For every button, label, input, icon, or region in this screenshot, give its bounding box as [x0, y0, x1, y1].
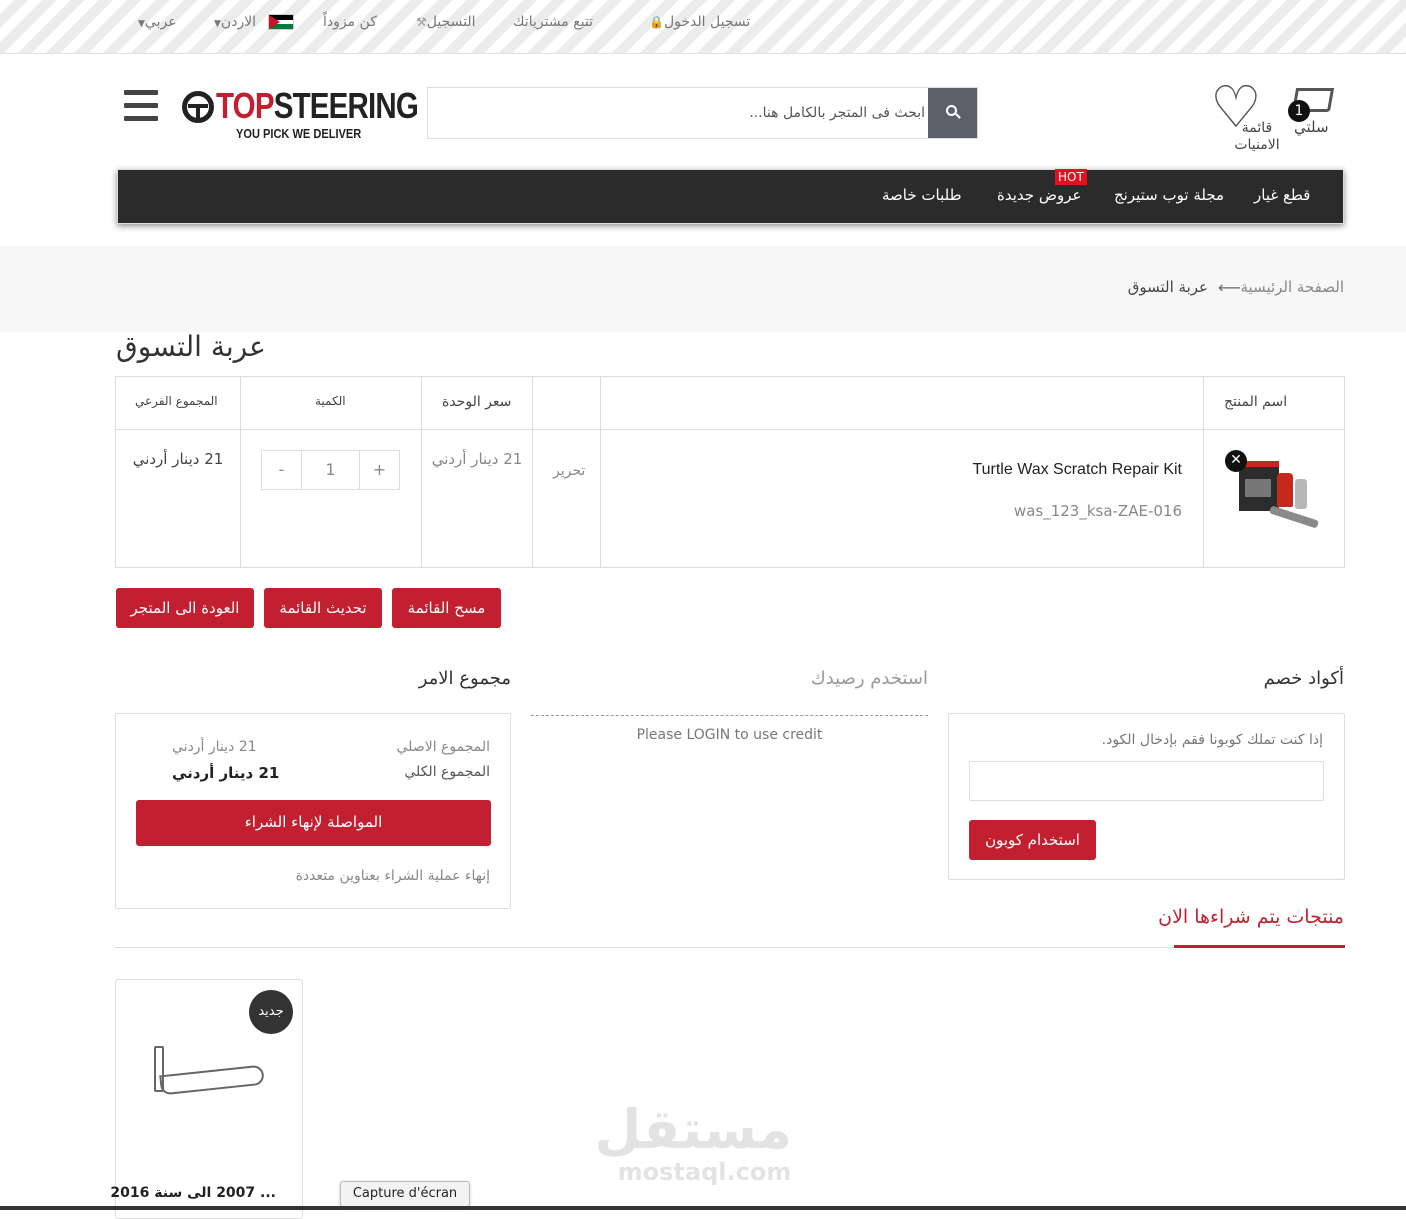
cart-label: سلتي — [1294, 118, 1329, 136]
header-subtotal: المجموع الفرعي — [135, 394, 218, 408]
coupon-panel: إذا كنت تملك كوبونا فقم بإدخال الكود. اس… — [948, 713, 1345, 880]
update-cart-button[interactable]: تحديث القائمة — [264, 588, 382, 628]
bestsellers-title: منتجات يتم شراءها الان — [1158, 906, 1344, 928]
key-icon: ⚒ — [416, 15, 427, 29]
watermark-latin: mostaql.com — [617, 1158, 792, 1186]
logo-steering-text: STEERING — [273, 85, 419, 126]
register-link[interactable]: التسجيل⚒ — [410, 14, 476, 30]
coupon-title: أكواد خصم — [1263, 668, 1344, 689]
breadcrumb: الصفحة الرئيسية ⟵ عربة التسوق — [0, 246, 1406, 332]
menu-icon[interactable] — [124, 90, 158, 122]
product-name-link[interactable]: Turtle Wax Scratch Repair Kit — [972, 461, 1182, 479]
login-label: تسجيل الدخول — [663, 14, 751, 30]
header-unit-price: سعر الوحدة — [442, 394, 512, 410]
nav-item-magazine[interactable]: مجلة توب ستيرنج — [1114, 186, 1224, 204]
continue-shopping-button[interactable]: العودة الى المتجر — [116, 588, 254, 628]
original-total-label: المجموع الاصلي — [396, 739, 490, 755]
unit-price: 21 دينار أردني — [431, 450, 523, 468]
caret-down-icon: ▼ — [138, 19, 145, 29]
become-supplier-link[interactable]: كن مزوداً — [323, 14, 377, 30]
steering-wheel-icon — [182, 91, 214, 123]
bottom-edge — [0, 1206, 1406, 1210]
apply-coupon-button[interactable]: استخدام كوبون — [969, 820, 1096, 860]
language-label: عربي — [144, 14, 177, 30]
multi-address-checkout-link[interactable]: إنهاء عملية الشراء بعناوين متعددة — [296, 868, 490, 884]
search-bar — [427, 87, 978, 139]
qty-input[interactable]: 1 — [302, 451, 359, 489]
wishlist-link[interactable]: ♡ قائمة الامنيات — [1208, 78, 1288, 154]
coupon-hint: إذا كنت تملك كوبونا فقم بإدخال الكود. — [1101, 732, 1323, 748]
credit-divider — [531, 715, 928, 716]
track-orders-link[interactable]: تتبع مشترياتك — [513, 14, 593, 30]
original-total-value: 21 دينار أردني — [172, 739, 257, 755]
row-subtotal: 21 دينار أردني — [132, 450, 224, 468]
top-utility-bar: تسجيل الدخول🔒 تتبع مشترياتك التسجيل⚒ كن … — [0, 0, 1406, 54]
coupon-code-input[interactable] — [969, 761, 1324, 801]
product-card-title[interactable]: ... 2007 الى سنة 2016 — [110, 1185, 276, 1201]
credit-title: استخدم رصيدك — [810, 668, 928, 689]
cart-link[interactable]: 1 سلتي — [1288, 84, 1338, 144]
nav-item-spare-parts[interactable]: قطع غيار — [1254, 186, 1310, 204]
watermark-arabic: مستقل — [594, 1098, 793, 1161]
lock-icon: 🔒 — [649, 15, 664, 29]
register-label: التسجيل — [426, 14, 476, 30]
page-title: عربة التسوق — [116, 330, 266, 363]
site-logo[interactable]: TOPSTEERING YOU PICK WE DELIVER — [182, 85, 419, 144]
remove-item-icon[interactable]: ✕ — [1225, 450, 1247, 472]
country-label: الاردن — [220, 14, 257, 30]
logo-wordmark: TOPSTEERING — [216, 85, 419, 127]
watermark-logo: مستقل mostaql.com — [594, 1098, 793, 1190]
breadcrumb-current: عربة التسوق — [1127, 278, 1208, 296]
nav-item-special-requests[interactable]: طلبات خاصة — [882, 186, 962, 204]
new-badge: جديد — [249, 990, 293, 1034]
logo-tagline: YOU PICK WE DELIVER — [236, 126, 362, 141]
country-selector[interactable]: الاردن▼ — [214, 14, 256, 30]
product-sku: was_123_ksa-ZAE-016 — [1013, 502, 1182, 520]
search-input[interactable] — [428, 88, 929, 138]
language-selector[interactable]: عربي▼ — [138, 14, 177, 30]
header-product-name: اسم المنتج — [1224, 394, 1288, 410]
screenshot-tooltip: Capture d'écran — [340, 1181, 470, 1207]
order-total-panel: المجموع الاصلي 21 دينار أردني المجموع ال… — [115, 713, 511, 909]
credit-login-message: Please LOGIN to use credit — [636, 727, 823, 743]
clear-cart-button[interactable]: مسح القائمة — [392, 588, 501, 628]
product-image[interactable] — [152, 1046, 265, 1096]
checkout-button[interactable]: المواصلة لإنهاء الشراء — [136, 800, 491, 846]
breadcrumb-home[interactable]: الصفحة الرئيسية — [1241, 278, 1345, 296]
bestsellers-underline — [1174, 945, 1345, 948]
hot-badge: HOT — [1055, 169, 1087, 185]
product-thumbnail[interactable] — [1233, 449, 1325, 549]
login-link[interactable]: تسجيل الدخول🔒 — [643, 14, 750, 30]
nav-item-new-offers[interactable]: عروض جديدة — [997, 186, 1081, 204]
cart-table: اسم المنتج سعر الوحدة الكمية المجموع الف… — [115, 376, 1345, 568]
logo-top-text: TOP — [216, 85, 275, 126]
product-card[interactable]: جديد ... 2007 الى سنة 2016 — [110, 979, 303, 1219]
jordan-flag-icon — [268, 14, 294, 30]
grand-total-value: 21 دينار أردني — [172, 764, 280, 782]
arrow-left-icon: ⟵ — [1218, 278, 1241, 297]
qty-increase-button[interactable]: + — [359, 451, 399, 489]
bestsellers-divider — [115, 947, 1345, 948]
wishlist-label: قائمة الامنيات — [1234, 120, 1280, 153]
main-nav: قطع غيار مجلة توب ستيرنج عروض جديدة HOT … — [117, 169, 1344, 224]
quantity-stepper: - 1 + — [261, 450, 400, 490]
caret-down-icon: ▼ — [214, 19, 221, 29]
search-button[interactable] — [928, 88, 977, 138]
order-total-title: مجموع الامر — [418, 668, 511, 689]
grand-total-label: المجموع الكلي — [404, 764, 490, 780]
header-quantity: الكمية — [315, 394, 346, 408]
edit-item-link[interactable]: تحرير — [553, 463, 585, 479]
qty-decrease-button[interactable]: - — [262, 451, 302, 489]
